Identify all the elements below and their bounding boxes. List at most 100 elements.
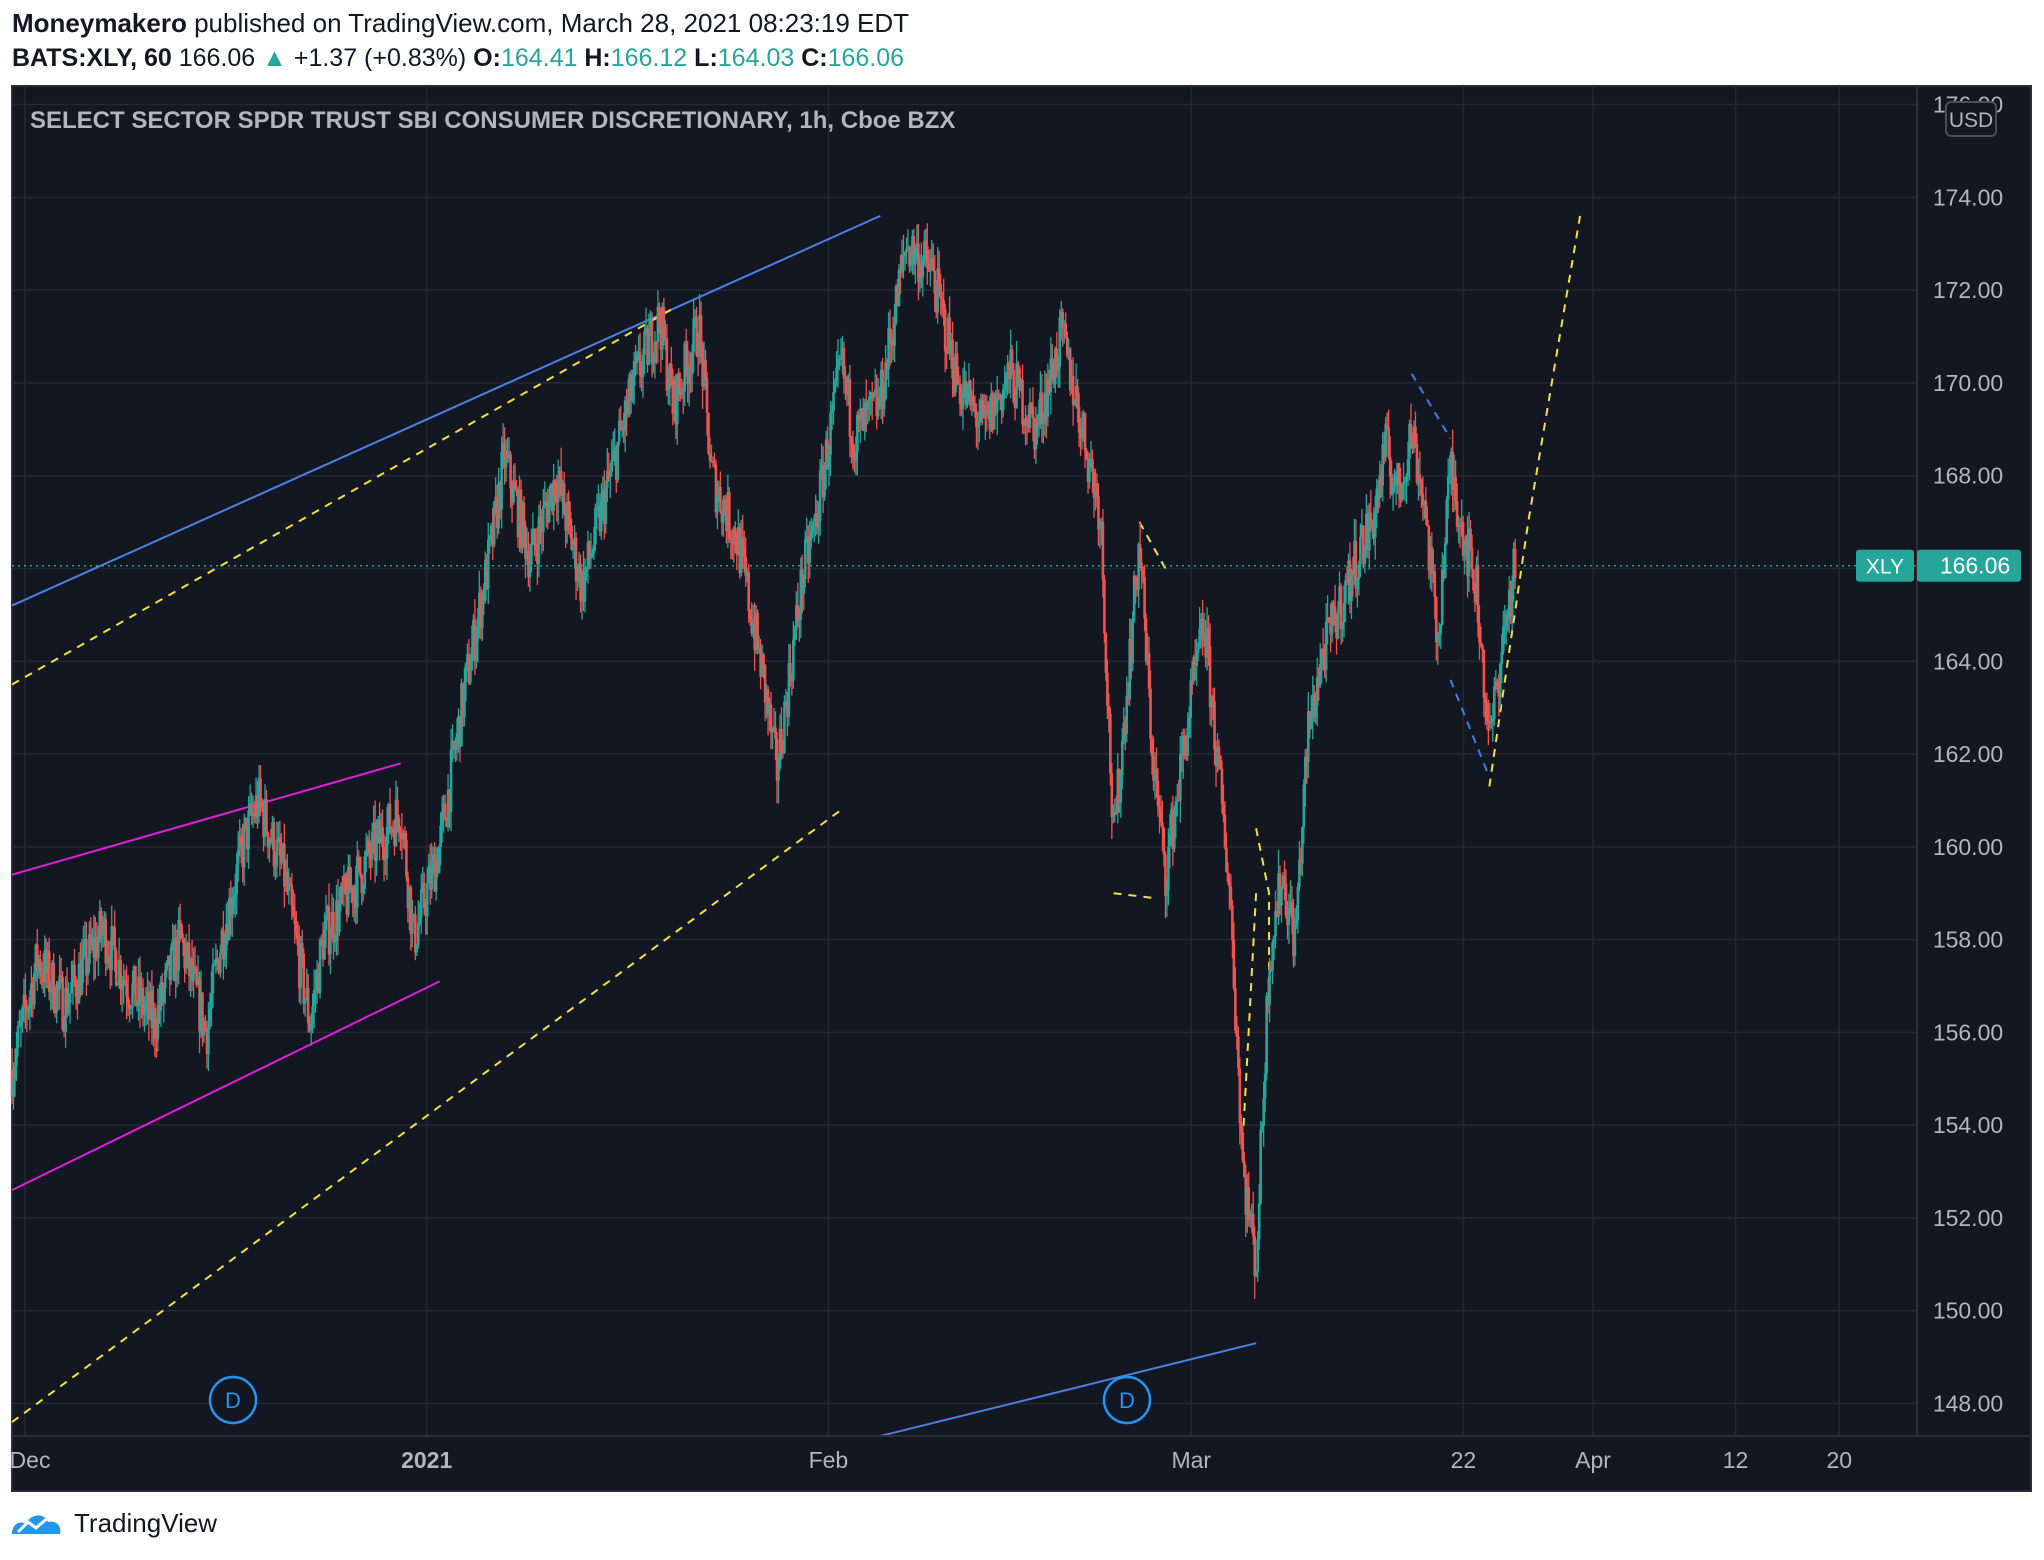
price-chart[interactable]: 148.00 150.00 152.00 154.00 156.00 158.00 160.…: [0, 0, 2044, 1500]
price-tick-label: 170.00: [1933, 370, 2003, 396]
candle-body: [1253, 1236, 1257, 1276]
candle-body: [1120, 740, 1124, 776]
candle-body: [211, 964, 215, 994]
candle-body: [242, 824, 246, 868]
candle-body: [1439, 624, 1443, 634]
price-axis[interactable]: 148.00 150.00 152.00 154.00 156.00 158.00 160.…: [1933, 92, 2003, 1417]
candle-body: [318, 939, 322, 994]
candle-body: [219, 952, 222, 974]
candle-body: [275, 839, 279, 867]
candle-body: [68, 993, 72, 1003]
price-tick-label: 168.00: [1933, 463, 2003, 489]
price-badge: XLY 166.06: [1856, 549, 2021, 582]
candle-body: [1149, 688, 1152, 739]
candle-body: [1426, 519, 1429, 526]
candle-body: [134, 966, 137, 1007]
candle-body: [1217, 746, 1221, 756]
candle-body: [647, 334, 651, 365]
time-tick-label: 12: [1723, 1447, 1749, 1473]
candle-body: [1196, 648, 1200, 653]
candle-body: [1268, 967, 1271, 1005]
candle-body: [1359, 536, 1362, 565]
candle-body: [1103, 579, 1106, 634]
price-tick-label: 162.00: [1933, 741, 2003, 767]
time-tick-label: Mar: [1171, 1447, 1211, 1473]
price-tick-label: 150.00: [1933, 1298, 2003, 1324]
candle-body: [1513, 548, 1517, 579]
candle-body: [443, 803, 447, 820]
dividend-marker-1[interactable]: D: [208, 1375, 258, 1425]
candle-body: [113, 927, 116, 951]
candle-body: [530, 544, 533, 565]
dividend-label-2: D: [1119, 1388, 1135, 1413]
price-tick-label: 164.00: [1933, 648, 2003, 674]
time-tick-label: 20: [1826, 1447, 1852, 1473]
candle-body: [358, 856, 362, 875]
dividend-marker-2[interactable]: D: [1102, 1375, 1152, 1425]
candle-body: [705, 378, 709, 413]
candle-body: [417, 922, 420, 946]
candle-body: [783, 701, 786, 753]
candle-body: [1162, 828, 1166, 855]
price-badge-value: 166.06: [1940, 553, 2010, 579]
candle-body: [419, 889, 423, 918]
candle-body: [542, 505, 545, 533]
candle-body: [1293, 924, 1297, 957]
candle-body: [1143, 577, 1146, 619]
candle-body: [247, 810, 250, 850]
price-badge-symbol: XLY: [1866, 556, 1904, 579]
chart-title: SELECT SECTOR SPDR TRUST SBI CONSUMER DI…: [30, 107, 955, 134]
price-tick-label: 172.00: [1933, 277, 2003, 303]
candle-body: [943, 309, 947, 352]
candle-body: [905, 248, 908, 253]
candle-body: [425, 883, 429, 917]
candle-body: [762, 654, 765, 665]
candle-body: [1296, 886, 1300, 921]
candle-body: [1433, 571, 1437, 598]
time-tick-label: 22: [1451, 1447, 1477, 1473]
candle-body: [1101, 521, 1105, 580]
candle-body: [1443, 543, 1447, 578]
candle-body: [329, 938, 332, 955]
candle-body: [803, 539, 807, 579]
price-tick-label: 160.00: [1933, 834, 2003, 860]
tradingview-logo-icon: [12, 1514, 61, 1534]
candle-body: [893, 323, 896, 347]
candle-body: [1131, 620, 1134, 664]
candle-body: [302, 953, 306, 1004]
candle-body: [1083, 413, 1087, 451]
price-tick-label: 148.00: [1933, 1391, 2003, 1417]
candle-body: [699, 315, 703, 345]
tradingview-label: TradingView: [74, 1507, 218, 1538]
candle-body: [1259, 1129, 1262, 1204]
currency-label: USD: [1949, 109, 1993, 132]
candle-body: [265, 799, 268, 833]
price-tick-label: 154.00: [1933, 1112, 2003, 1138]
candle-body: [1336, 611, 1340, 639]
price-tick-label: 174.00: [1933, 184, 2003, 210]
candle-body: [114, 950, 118, 986]
candle-body: [1493, 686, 1496, 720]
time-tick-label: 2021: [401, 1447, 452, 1473]
candle-body: [1021, 380, 1024, 425]
candle-body: [1482, 649, 1486, 698]
candle-body: [1031, 406, 1035, 419]
dividend-label-1: D: [225, 1388, 241, 1413]
candle-body: [405, 839, 408, 877]
tradingview-branding[interactable]: TradingView: [10, 1506, 217, 1540]
candle-body: [169, 947, 173, 980]
time-tick-label: Dec: [10, 1447, 51, 1473]
price-tick-label: 156.00: [1933, 1019, 2003, 1045]
time-tick-label: Feb: [809, 1447, 849, 1473]
candle-body: [747, 571, 750, 611]
candle-body: [1481, 645, 1484, 650]
time-tick-label: Apr: [1575, 1447, 1611, 1473]
candle-body: [610, 460, 614, 472]
candle-body: [719, 486, 722, 512]
currency-button[interactable]: USD: [1945, 101, 1997, 137]
price-tick-label: 152.00: [1933, 1205, 2003, 1231]
candle-body: [848, 379, 852, 437]
candle-body: [616, 441, 620, 480]
candle-body: [469, 670, 472, 683]
candle-body: [1280, 888, 1283, 906]
